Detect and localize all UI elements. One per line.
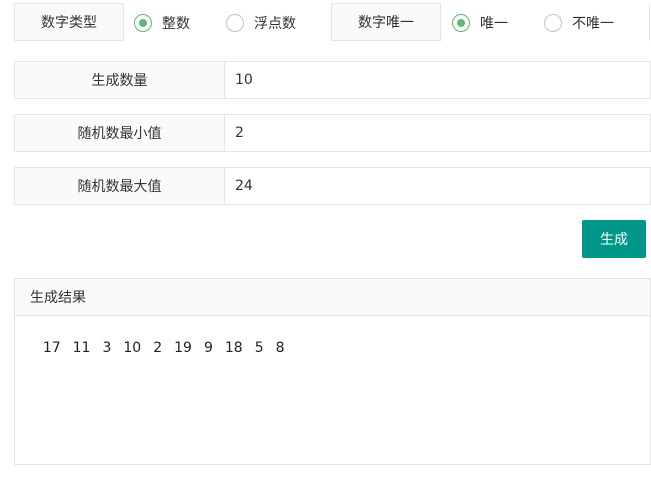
radio-checked-icon: [134, 14, 152, 32]
result-number: 17: [42, 340, 61, 356]
result-number: 9: [203, 340, 213, 356]
radio-integer[interactable]: 整数: [134, 13, 190, 33]
generate-button[interactable]: 生成: [582, 220, 646, 258]
result-numbers: 17 11 3 10 2 19 9 18 5 8: [15, 316, 650, 380]
radio-float-label: 浮点数: [254, 16, 296, 32]
max-row: 随机数最大值: [14, 167, 651, 205]
radio-integer-label: 整数: [162, 16, 190, 32]
count-row: 生成数量: [14, 61, 651, 99]
max-label: 随机数最大值: [15, 168, 225, 204]
number-type-label: 数字类型: [14, 3, 124, 41]
min-input[interactable]: [225, 115, 650, 151]
result-number: 10: [123, 340, 142, 356]
radio-unchecked-icon: [226, 14, 244, 32]
radio-unique[interactable]: 唯一: [452, 13, 508, 33]
max-input[interactable]: [225, 168, 650, 204]
radio-float[interactable]: 浮点数: [226, 13, 296, 33]
min-label: 随机数最小值: [15, 115, 225, 151]
result-number: 11: [72, 340, 91, 356]
count-input[interactable]: [225, 62, 650, 98]
radio-not-unique[interactable]: 不唯一: [544, 13, 614, 33]
radio-unique-label: 唯一: [480, 16, 508, 32]
result-number: 18: [224, 340, 243, 356]
result-title: 生成结果: [15, 279, 650, 316]
number-unique-label: 数字唯一: [331, 3, 441, 41]
result-number: 3: [102, 340, 112, 356]
radio-not-unique-label: 不唯一: [572, 16, 614, 32]
result-number: 19: [174, 340, 192, 356]
count-label: 生成数量: [15, 62, 225, 98]
result-number: 5: [254, 340, 264, 356]
min-row: 随机数最小值: [14, 114, 651, 152]
result-number: 2: [153, 340, 163, 356]
radio-checked-icon: [452, 14, 470, 32]
result-number: 8: [275, 340, 285, 356]
radio-unchecked-icon: [544, 14, 562, 32]
result-panel: 生成结果 17 11 3 10 2 19 9 18 5 8: [14, 278, 651, 465]
